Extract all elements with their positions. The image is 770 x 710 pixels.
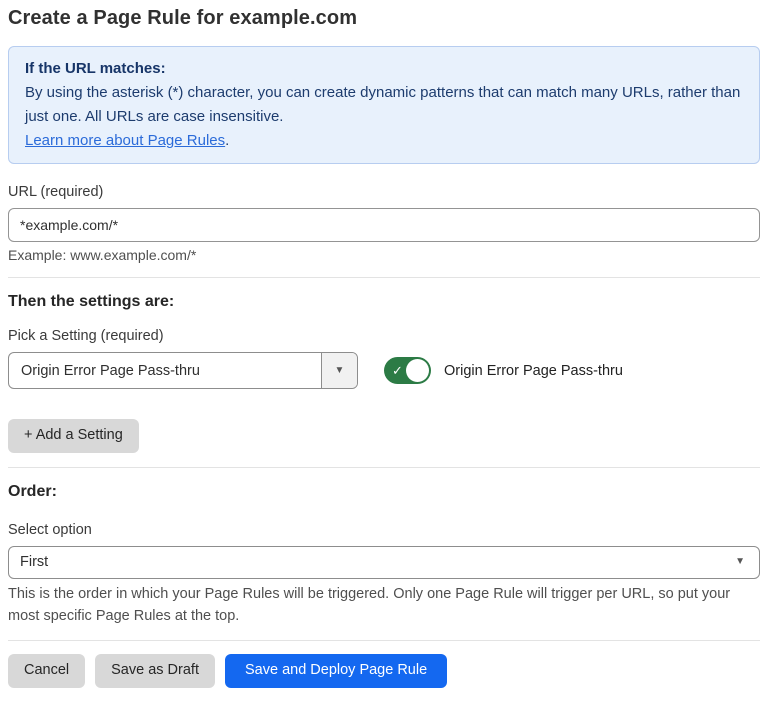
save-draft-button[interactable]: Save as Draft — [95, 654, 215, 689]
setting-select-arrow-button[interactable]: ▼ — [321, 353, 357, 388]
order-helper-text: This is the order in which your Page Rul… — [8, 585, 731, 624]
url-input[interactable] — [8, 208, 760, 242]
setting-select[interactable]: Origin Error Page Pass-thru ▼ — [8, 352, 358, 389]
setting-picker-row: Origin Error Page Pass-thru ▼ ✓ Origin E… — [8, 352, 760, 389]
chevron-down-icon: ▼ — [735, 556, 745, 568]
section-divider — [8, 277, 760, 278]
form-actions: Cancel Save as Draft Save and Deploy Pag… — [8, 654, 760, 689]
order-select[interactable]: First ▼ — [8, 545, 760, 579]
checkmark-icon: ✓ — [392, 362, 403, 378]
setting-toggle-label: Origin Error Page Pass-thru — [444, 362, 623, 379]
section-divider — [8, 466, 760, 468]
cancel-button[interactable]: Cancel — [8, 654, 86, 689]
toggle-knob — [406, 359, 429, 382]
pick-setting-label: Pick a Setting (required) — [8, 328, 164, 344]
info-box-link-line: Learn more about Page Rules. — [25, 129, 743, 153]
add-setting-button[interactable]: + Add a Setting — [8, 419, 139, 453]
url-helper-text: Example: www.example.com/* — [8, 247, 197, 263]
save-deploy-button[interactable]: Save and Deploy Page Rule — [224, 654, 448, 689]
link-suffix: . — [225, 132, 230, 149]
order-select-value: First — [20, 554, 49, 571]
info-box-heading: If the URL matches: — [25, 60, 166, 77]
url-label: URL (required) — [8, 184, 104, 200]
section-divider — [8, 640, 760, 642]
order-select-label: Select option — [8, 521, 92, 538]
page-title: Create a Page Rule for example.com — [8, 7, 358, 29]
url-match-info-box: If the URL matches: By using the asteris… — [8, 46, 760, 164]
settings-heading: Then the settings are: — [8, 293, 175, 310]
setting-select-value: Origin Error Page Pass-thru — [21, 362, 200, 379]
order-heading: Order: — [8, 482, 57, 500]
chevron-down-icon: ▼ — [334, 364, 345, 376]
setting-toggle[interactable]: ✓ — [384, 357, 431, 384]
info-box-body: By using the asterisk (*) character, you… — [25, 84, 741, 125]
learn-more-link[interactable]: Learn more about Page Rules — [25, 132, 225, 149]
create-page-rule-form: Create a Page Rule for example.com If th… — [0, 0, 770, 710]
